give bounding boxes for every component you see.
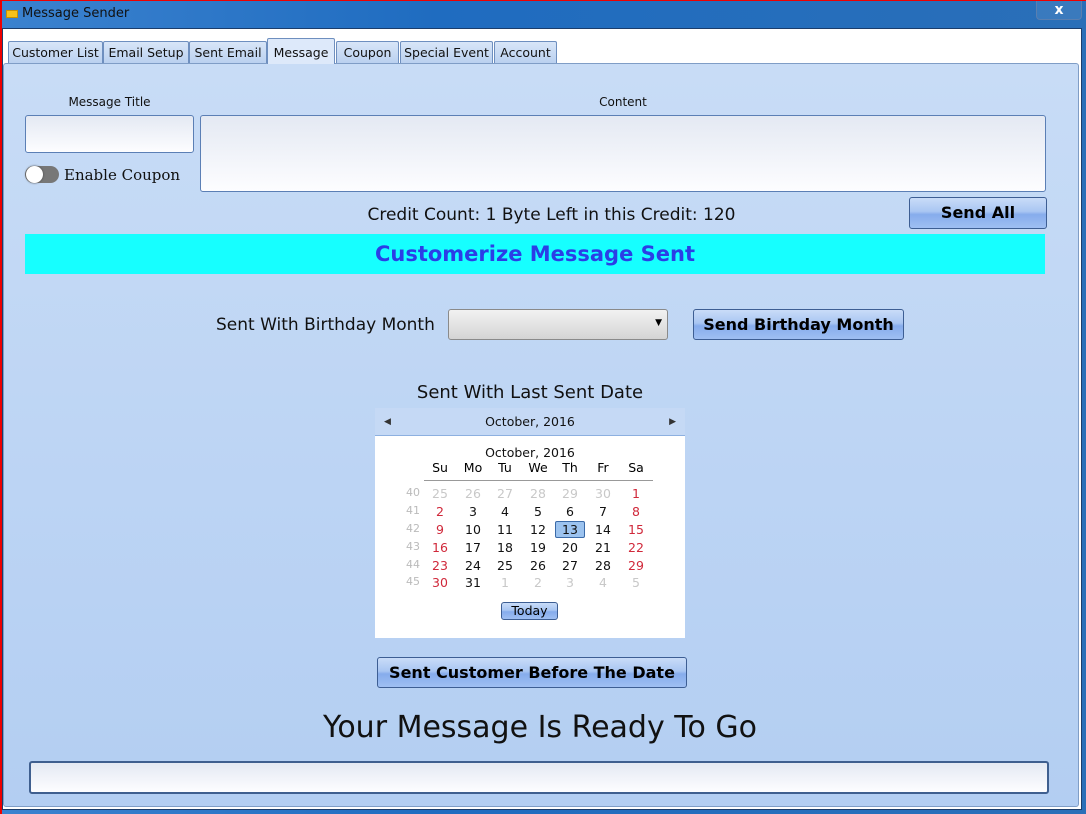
calendar-day[interactable]: 24 [458, 558, 488, 573]
day-header: We [528, 460, 548, 475]
day-header: Sa [628, 460, 644, 475]
calendar-day[interactable]: 3 [458, 504, 488, 519]
window-title: Message Sender [22, 6, 130, 21]
calendar-day[interactable]: 13 [555, 521, 585, 538]
week-number: 44 [406, 558, 420, 571]
calendar-day[interactable]: 4 [588, 575, 618, 590]
calendar-day[interactable]: 28 [523, 486, 553, 501]
tab-email-setup[interactable]: Email Setup [103, 41, 189, 64]
week-number: 41 [406, 504, 420, 517]
birthday-month-label: Sent With Birthday Month [216, 315, 435, 335]
envelope-icon [6, 10, 18, 18]
birthday-month-select[interactable]: ▼ [448, 309, 668, 340]
tab-special-event[interactable]: Special Event [400, 41, 493, 64]
calendar-day[interactable]: 28 [588, 558, 618, 573]
calendar-day[interactable]: 25 [425, 486, 455, 501]
calendar-day[interactable]: 1 [490, 575, 520, 590]
calendar-day[interactable]: 5 [621, 575, 651, 590]
credit-info: Credit Count: 1 Byte Left in this Credit… [367, 205, 736, 225]
content-textarea[interactable] [200, 115, 1046, 192]
week-number: 43 [406, 540, 420, 553]
calendar-day[interactable]: 14 [588, 522, 618, 537]
calendar-day[interactable]: 3 [555, 575, 585, 590]
enable-coupon-label: Enable Coupon [64, 166, 181, 184]
calendar-day[interactable]: 18 [490, 540, 520, 555]
calendar-day[interactable]: 22 [621, 540, 651, 555]
calendar-day[interactable]: 21 [588, 540, 618, 555]
toggle-knob [26, 166, 43, 183]
customize-banner: Customerize Message Sent [25, 234, 1045, 274]
send-before-date-button[interactable]: Sent Customer Before The Date [377, 657, 687, 688]
calendar-month-title: October, 2016 [485, 445, 575, 460]
day-header: Fr [597, 460, 609, 475]
calendar: ◀ October, 2016 ▶ October, 2016 Su Mo Tu We… [375, 408, 685, 638]
calendar-day[interactable]: 5 [523, 504, 553, 519]
calendar-day[interactable]: 26 [523, 558, 553, 573]
calendar-day[interactable]: 30 [588, 486, 618, 501]
week-number: 42 [406, 522, 420, 535]
week-number: 45 [406, 575, 420, 588]
calendar-day[interactable]: 8 [621, 504, 651, 519]
day-header: Tu [498, 460, 512, 475]
message-title-label: Message Title [68, 95, 151, 109]
next-month-icon[interactable]: ▶ [669, 408, 676, 436]
tab-coupon[interactable]: Coupon [336, 41, 399, 64]
calendar-header-month: October, 2016 [485, 414, 575, 429]
last-sent-date-label: Sent With Last Sent Date [416, 382, 644, 403]
tab-sent-email[interactable]: Sent Email [189, 41, 267, 64]
calendar-day[interactable]: 6 [555, 504, 585, 519]
calendar-day[interactable]: 23 [425, 558, 455, 573]
calendar-day[interactable]: 12 [523, 522, 553, 537]
calendar-divider [424, 480, 653, 481]
calendar-day[interactable]: 4 [490, 504, 520, 519]
output-field[interactable] [29, 761, 1049, 794]
calendar-header: ◀ October, 2016 ▶ [375, 408, 685, 436]
calendar-day[interactable]: 1 [621, 486, 651, 501]
calendar-day[interactable]: 2 [523, 575, 553, 590]
calendar-day[interactable]: 20 [555, 540, 585, 555]
status-message: Your Message Is Ready To Go [322, 710, 757, 745]
close-button[interactable]: x [1036, 1, 1082, 20]
send-all-button[interactable]: Send All [909, 197, 1047, 229]
tab-message[interactable]: Message [267, 38, 335, 64]
message-title-input[interactable] [25, 115, 194, 153]
calendar-day[interactable]: 9 [425, 522, 455, 537]
calendar-day[interactable]: 30 [425, 575, 455, 590]
calendar-day[interactable]: 27 [555, 558, 585, 573]
calendar-day[interactable]: 29 [621, 558, 651, 573]
day-header: Mo [463, 460, 483, 475]
calendar-day[interactable]: 10 [458, 522, 488, 537]
calendar-day[interactable]: 2 [425, 504, 455, 519]
calendar-day[interactable]: 31 [458, 575, 488, 590]
day-header: Su [432, 460, 448, 475]
previous-month-icon[interactable]: ◀ [384, 408, 391, 436]
calendar-day[interactable]: 19 [523, 540, 553, 555]
calendar-day[interactable]: 7 [588, 504, 618, 519]
chevron-down-icon: ▼ [655, 318, 662, 328]
calendar-day[interactable]: 15 [621, 522, 651, 537]
send-birthday-month-button[interactable]: Send Birthday Month [693, 309, 904, 340]
calendar-day[interactable]: 16 [425, 540, 455, 555]
calendar-day[interactable]: 11 [490, 522, 520, 537]
today-button[interactable]: Today [501, 602, 558, 620]
tab-account[interactable]: Account [494, 41, 557, 64]
content-label: Content [599, 95, 647, 109]
calendar-day[interactable]: 29 [555, 486, 585, 501]
calendar-day[interactable]: 27 [490, 486, 520, 501]
tab-customer-list[interactable]: Customer List [8, 41, 103, 64]
week-number: 40 [406, 486, 420, 499]
day-header: Th [562, 460, 578, 475]
calendar-day[interactable]: 17 [458, 540, 488, 555]
calendar-day[interactable]: 25 [490, 558, 520, 573]
calendar-day[interactable]: 26 [458, 486, 488, 501]
